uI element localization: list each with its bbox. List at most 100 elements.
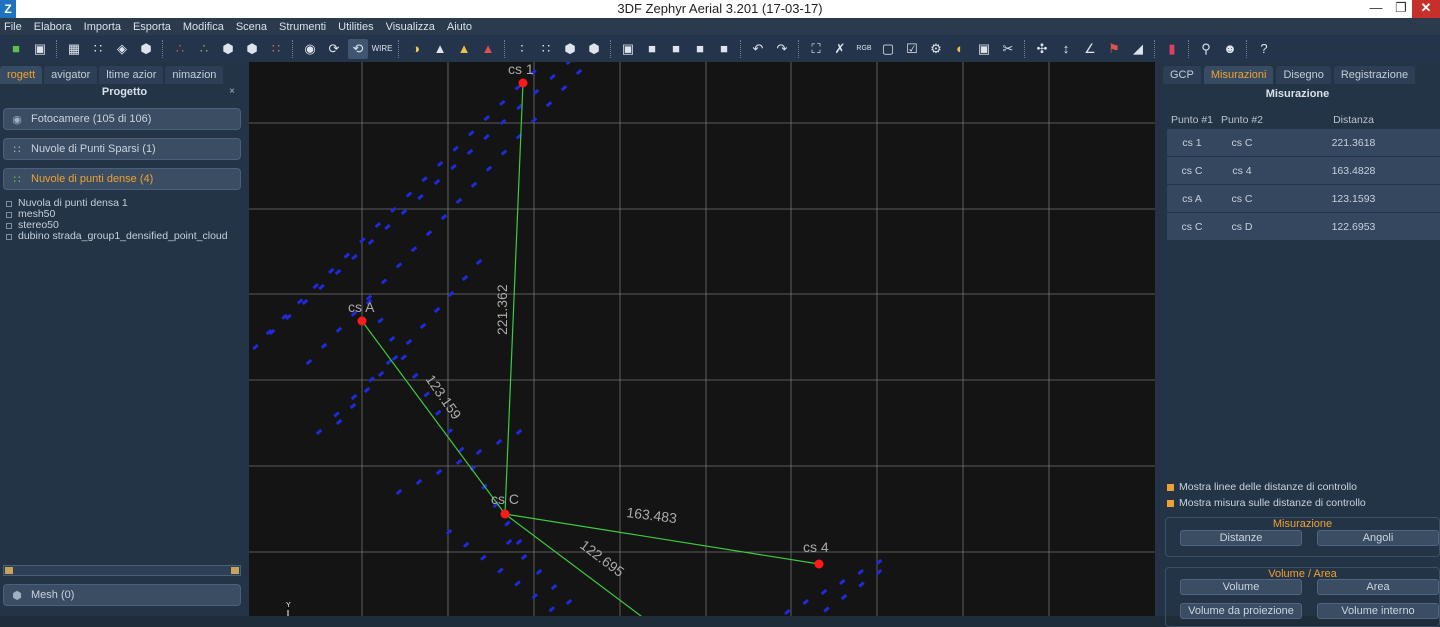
internal-volume-button[interactable]: Volume interno [1317, 603, 1439, 619]
angle-icon[interactable]: ∠ [1080, 39, 1100, 59]
chart-icon[interactable]: ▮ [1162, 39, 1182, 59]
points-red-icon[interactable]: ∴ [170, 39, 190, 59]
angles-button[interactable]: Angoli [1317, 530, 1439, 546]
header-point2[interactable]: Punto #2 [1217, 114, 1267, 128]
select-remove-icon[interactable]: ■ [714, 39, 734, 59]
tab-animazione[interactable]: nimazion [165, 66, 224, 84]
tree-checkbox[interactable] [6, 233, 12, 240]
area-button[interactable]: Area [1317, 579, 1439, 595]
show-measure-checkbox[interactable]: Mostra misura sulle distanze di controll… [1167, 497, 1366, 509]
lasso-icon[interactable]: ✣ [1032, 39, 1052, 59]
tab-misurazioni[interactable]: Misurazioni [1203, 66, 1274, 84]
header-distance[interactable]: Distanza [1267, 114, 1440, 128]
select-box-icon[interactable]: ▣ [618, 39, 638, 59]
cube-alt-icon[interactable]: ⬢ [242, 39, 262, 59]
viewport-canvas[interactable]: cs 1 cs A cs C cs 4 221.362 123.159 163.… [249, 62, 1155, 616]
camera-icon[interactable]: ◉ [300, 39, 320, 59]
save-icon[interactable]: ▣ [30, 39, 50, 59]
frame-icon[interactable]: ▣ [974, 39, 994, 59]
select-invert-icon[interactable]: ■ [666, 39, 686, 59]
ruler-icon[interactable]: ◢ [1128, 39, 1148, 59]
triangle-yellow-icon[interactable]: ▲ [454, 39, 474, 59]
table-row[interactable]: cs 1 cs C 221.3618 [1167, 129, 1440, 156]
table-row[interactable]: cs A cs C 123.1593 [1167, 185, 1440, 212]
camera-grid-icon[interactable]: ▦ [64, 39, 84, 59]
points-green-icon[interactable]: ∴ [194, 39, 214, 59]
show-lines-checkbox[interactable]: Mostra linee delle distanze di controllo [1167, 481, 1357, 493]
horizontal-scrollbar[interactable] [3, 565, 241, 576]
select-add-icon[interactable]: ■ [690, 39, 710, 59]
points-icon[interactable]: ∷ [88, 39, 108, 59]
close-icon[interactable]: × [229, 86, 235, 97]
tab-gcp[interactable]: GCP [1163, 66, 1201, 84]
checkbox-checked-icon[interactable] [1167, 499, 1174, 507]
mesh-cube-icon[interactable]: ⬢ [136, 39, 156, 59]
rgb-icon[interactable]: RGB [854, 39, 874, 59]
points-mixed-icon[interactable]: ∷ [266, 39, 286, 59]
menu-importa[interactable]: Importa [84, 21, 121, 33]
redo-icon[interactable]: ↷ [772, 39, 792, 59]
triangle-white-icon[interactable]: ▲ [430, 39, 450, 59]
selection-tool-icon[interactable]: ⛶ [806, 39, 826, 59]
maximize-button[interactable]: ❐ [1390, 0, 1412, 18]
section-mesh[interactable]: ⬢ Mesh (0) [3, 584, 241, 606]
menu-visualizza[interactable]: Visualizza [386, 21, 435, 33]
tree-checkbox[interactable] [6, 211, 12, 218]
new-project-icon[interactable]: ■ [6, 39, 26, 59]
tree-item[interactable]: dubino strada_group1_densified_point_clo… [6, 231, 246, 242]
menu-esporta[interactable]: Esporta [133, 21, 171, 33]
tab-ultime-azioni[interactable]: ltime azior [99, 66, 164, 84]
tab-registrazione[interactable]: Registrazione [1333, 66, 1416, 84]
orbit-icon[interactable]: ⟳ [324, 39, 344, 59]
undo-icon[interactable]: ↶ [748, 39, 768, 59]
scroll-left-arrow[interactable] [5, 567, 13, 574]
table-row[interactable]: cs C cs D 122.6953 [1167, 213, 1440, 240]
menu-strumenti[interactable]: Strumenti [279, 21, 326, 33]
tab-progetto[interactable]: rogett [0, 66, 43, 84]
crop-icon[interactable]: ✂ [998, 39, 1018, 59]
triangle-red-icon[interactable]: ▲ [478, 39, 498, 59]
contrast-icon[interactable]: ◐ [950, 39, 970, 59]
orbit-active-icon[interactable]: ⟲ [348, 38, 368, 59]
wire-icon[interactable]: WIRE [372, 39, 393, 59]
close-window-button[interactable]: ✕ [1412, 0, 1440, 18]
menu-aiuto[interactable]: Aiuto [447, 21, 472, 33]
textured-icon[interactable]: ⬢ [584, 39, 604, 59]
dense-cube-icon[interactable]: ◈ [112, 39, 132, 59]
select-all-icon[interactable]: ■ [642, 39, 662, 59]
menu-modifica[interactable]: Modifica [183, 21, 224, 33]
flag-icon[interactable]: ⚑ [1104, 39, 1124, 59]
tools-icon[interactable]: ⚲ [1196, 39, 1216, 59]
check-select-icon[interactable]: ☑ [902, 39, 922, 59]
mask-icon[interactable]: ☻ [1220, 39, 1240, 59]
section-cameras[interactable]: ◉ Fotocamere (105 di 106) [3, 108, 241, 130]
filter-icon[interactable]: ▢ [878, 39, 898, 59]
cube-icon[interactable]: ⬢ [218, 39, 238, 59]
distances-button[interactable]: Distanze [1180, 530, 1302, 546]
table-row[interactable]: cs C cs 4 163.4828 [1167, 157, 1440, 184]
section-sparse-clouds[interactable]: ∷ Nuvole di Punti Sparsi (1) [3, 138, 241, 160]
measure-vertical-icon[interactable]: ↕ [1056, 39, 1076, 59]
tab-navigator[interactable]: avigator [44, 66, 98, 84]
menu-scena[interactable]: Scena [236, 21, 267, 33]
dense-icon[interactable]: ∷ [536, 39, 556, 59]
volume-button[interactable]: Volume [1180, 579, 1302, 595]
delete-points-icon[interactable]: ✗ [830, 39, 850, 59]
help-icon[interactable]: ? [1254, 39, 1274, 59]
tree-checkbox[interactable] [6, 222, 12, 229]
sparse-icon[interactable]: ∶ [512, 39, 532, 59]
tab-disegno[interactable]: Disegno [1276, 66, 1331, 84]
menu-utilities[interactable]: Utilities [338, 21, 373, 33]
3d-viewport[interactable]: cs 1 cs A cs C cs 4 221.362 123.159 163.… [249, 62, 1155, 616]
menu-file[interactable]: File [4, 21, 22, 33]
minimize-button[interactable]: — [1362, 0, 1390, 18]
header-point1[interactable]: Punto #1 [1167, 114, 1217, 128]
solid-icon[interactable]: ⬢ [560, 39, 580, 59]
checkbox-checked-icon[interactable] [1167, 483, 1174, 491]
tree-checkbox[interactable] [6, 200, 12, 207]
projection-volume-button[interactable]: Volume da proiezione [1180, 603, 1302, 619]
menu-elabora[interactable]: Elabora [34, 21, 72, 33]
scroll-right-arrow[interactable] [231, 567, 239, 574]
gear-select-icon[interactable]: ⚙ [926, 39, 946, 59]
markers[interactable] [357, 78, 824, 569]
